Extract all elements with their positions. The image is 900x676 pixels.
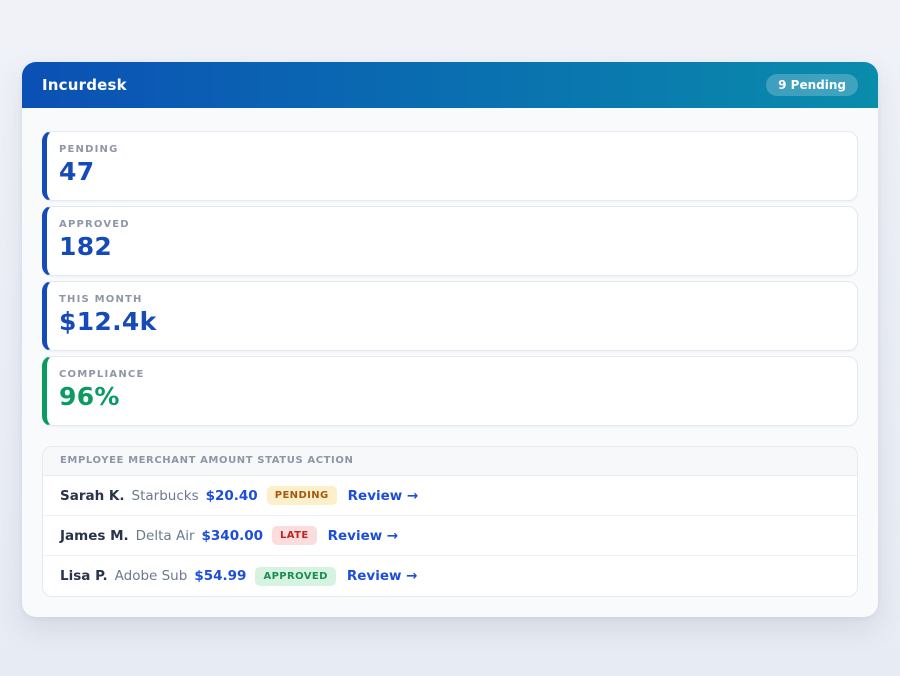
dashboard-card: Incurdesk 9 Pending PENDING 47 APPROVED …: [22, 62, 878, 617]
stat-value: 182: [59, 232, 841, 261]
app-header: Incurdesk 9 Pending: [22, 62, 878, 108]
employee-name: Lisa P.: [60, 568, 108, 584]
pending-count-badge[interactable]: 9 Pending: [766, 74, 858, 96]
stat-label: THIS MONTH: [59, 294, 841, 305]
stat-value: 47: [59, 157, 841, 186]
expenses-table: EMPLOYEE MERCHANT AMOUNT STATUS ACTION S…: [42, 446, 858, 597]
stat-card: PENDING 47: [42, 131, 858, 201]
employee-name: Sarah K.: [60, 488, 125, 504]
table-row: Lisa P. Adobe Sub $54.99 APPROVED Review…: [43, 556, 857, 596]
app-title: Incurdesk: [42, 76, 127, 94]
table-header-row: EMPLOYEE MERCHANT AMOUNT STATUS ACTION: [43, 447, 857, 476]
dashboard-content: PENDING 47 APPROVED 182 THIS MONTH $12.4…: [22, 108, 878, 597]
review-link[interactable]: Review →: [328, 528, 399, 544]
table-row: Sarah K. Starbucks $20.40 PENDING Review…: [43, 476, 857, 516]
stat-label: PENDING: [59, 144, 841, 155]
stat-label: COMPLIANCE: [59, 369, 841, 380]
amount-value: $54.99: [194, 568, 246, 584]
table-header-cell: STATUS: [257, 455, 303, 466]
merchant-name: Delta Air: [136, 528, 195, 544]
table-row: James M. Delta Air $340.00 LATE Review →: [43, 516, 857, 556]
stat-card: COMPLIANCE 96%: [42, 356, 858, 426]
review-link[interactable]: Review →: [347, 568, 418, 584]
table-header-cell: AMOUNT: [200, 455, 253, 466]
status-badge: PENDING: [267, 486, 337, 505]
merchant-name: Starbucks: [132, 488, 199, 504]
amount-value: $20.40: [206, 488, 258, 504]
stat-value: $12.4k: [59, 307, 841, 336]
table-header-cell: MERCHANT: [128, 455, 196, 466]
amount-value: $340.00: [202, 528, 264, 544]
stat-card: THIS MONTH $12.4k: [42, 281, 858, 351]
status-badge: APPROVED: [255, 567, 335, 586]
employee-name: James M.: [60, 528, 129, 544]
status-badge: LATE: [272, 526, 317, 545]
merchant-name: Adobe Sub: [115, 568, 188, 584]
stats-section: PENDING 47 APPROVED 182 THIS MONTH $12.4…: [42, 131, 858, 426]
stat-value: 96%: [59, 382, 841, 411]
table-header-cell: ACTION: [307, 455, 353, 466]
table-header-cell: EMPLOYEE: [60, 455, 124, 466]
stat-label: APPROVED: [59, 219, 841, 230]
review-link[interactable]: Review →: [348, 488, 419, 504]
stat-card: APPROVED 182: [42, 206, 858, 276]
